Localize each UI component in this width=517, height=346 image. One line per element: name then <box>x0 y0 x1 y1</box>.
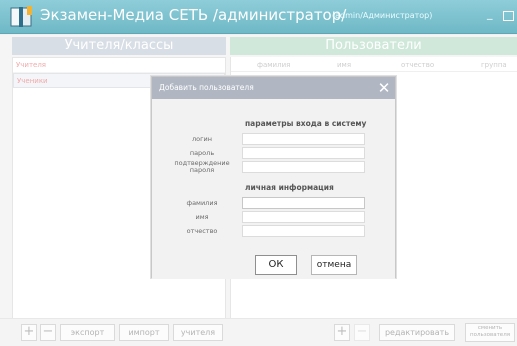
dialog-title: Добавить пользователя <box>159 83 254 92</box>
login-label: логин <box>191 135 213 143</box>
middlename-input[interactable] <box>242 225 365 237</box>
minimize-icon[interactable]: _ <box>487 7 499 21</box>
cancel-button[interactable]: отмена <box>311 255 357 275</box>
middlename-label: отчество <box>186 227 218 235</box>
confirm-password-label: подтверждение пароля <box>166 160 238 174</box>
book-icon <box>10 6 32 27</box>
password-input[interactable] <box>242 147 365 159</box>
dialog-title-bar: Добавить пользователя ✕ <box>152 77 395 99</box>
login-section-title: параметры входа в систему <box>245 119 367 128</box>
lastname-input[interactable] <box>242 197 365 209</box>
current-user: (admin/Администратор) <box>332 11 433 20</box>
window-title: Экзамен-Медиа СЕТЬ /администратор/ <box>40 6 347 24</box>
title-bar: Экзамен-Медиа СЕТЬ /администратор/ (admi… <box>0 0 517 34</box>
ok-button[interactable]: ОК <box>255 255 297 275</box>
close-icon[interactable]: ✕ <box>377 79 391 97</box>
personal-section-title: личная информация <box>245 183 334 192</box>
add-user-dialog: Добавить пользователя ✕ параметры входа … <box>151 76 396 279</box>
maximize-icon[interactable] <box>503 11 514 21</box>
dialog-body: параметры входа в систему логин пароль п… <box>152 99 395 279</box>
login-input[interactable] <box>242 133 365 145</box>
password-label: пароль <box>189 149 215 157</box>
firstname-label: имя <box>195 213 209 221</box>
confirm-password-input[interactable] <box>242 161 365 173</box>
confirm-label-line2: пароля <box>189 166 215 174</box>
lastname-label: фамилия <box>186 199 218 207</box>
firstname-input[interactable] <box>242 211 365 223</box>
